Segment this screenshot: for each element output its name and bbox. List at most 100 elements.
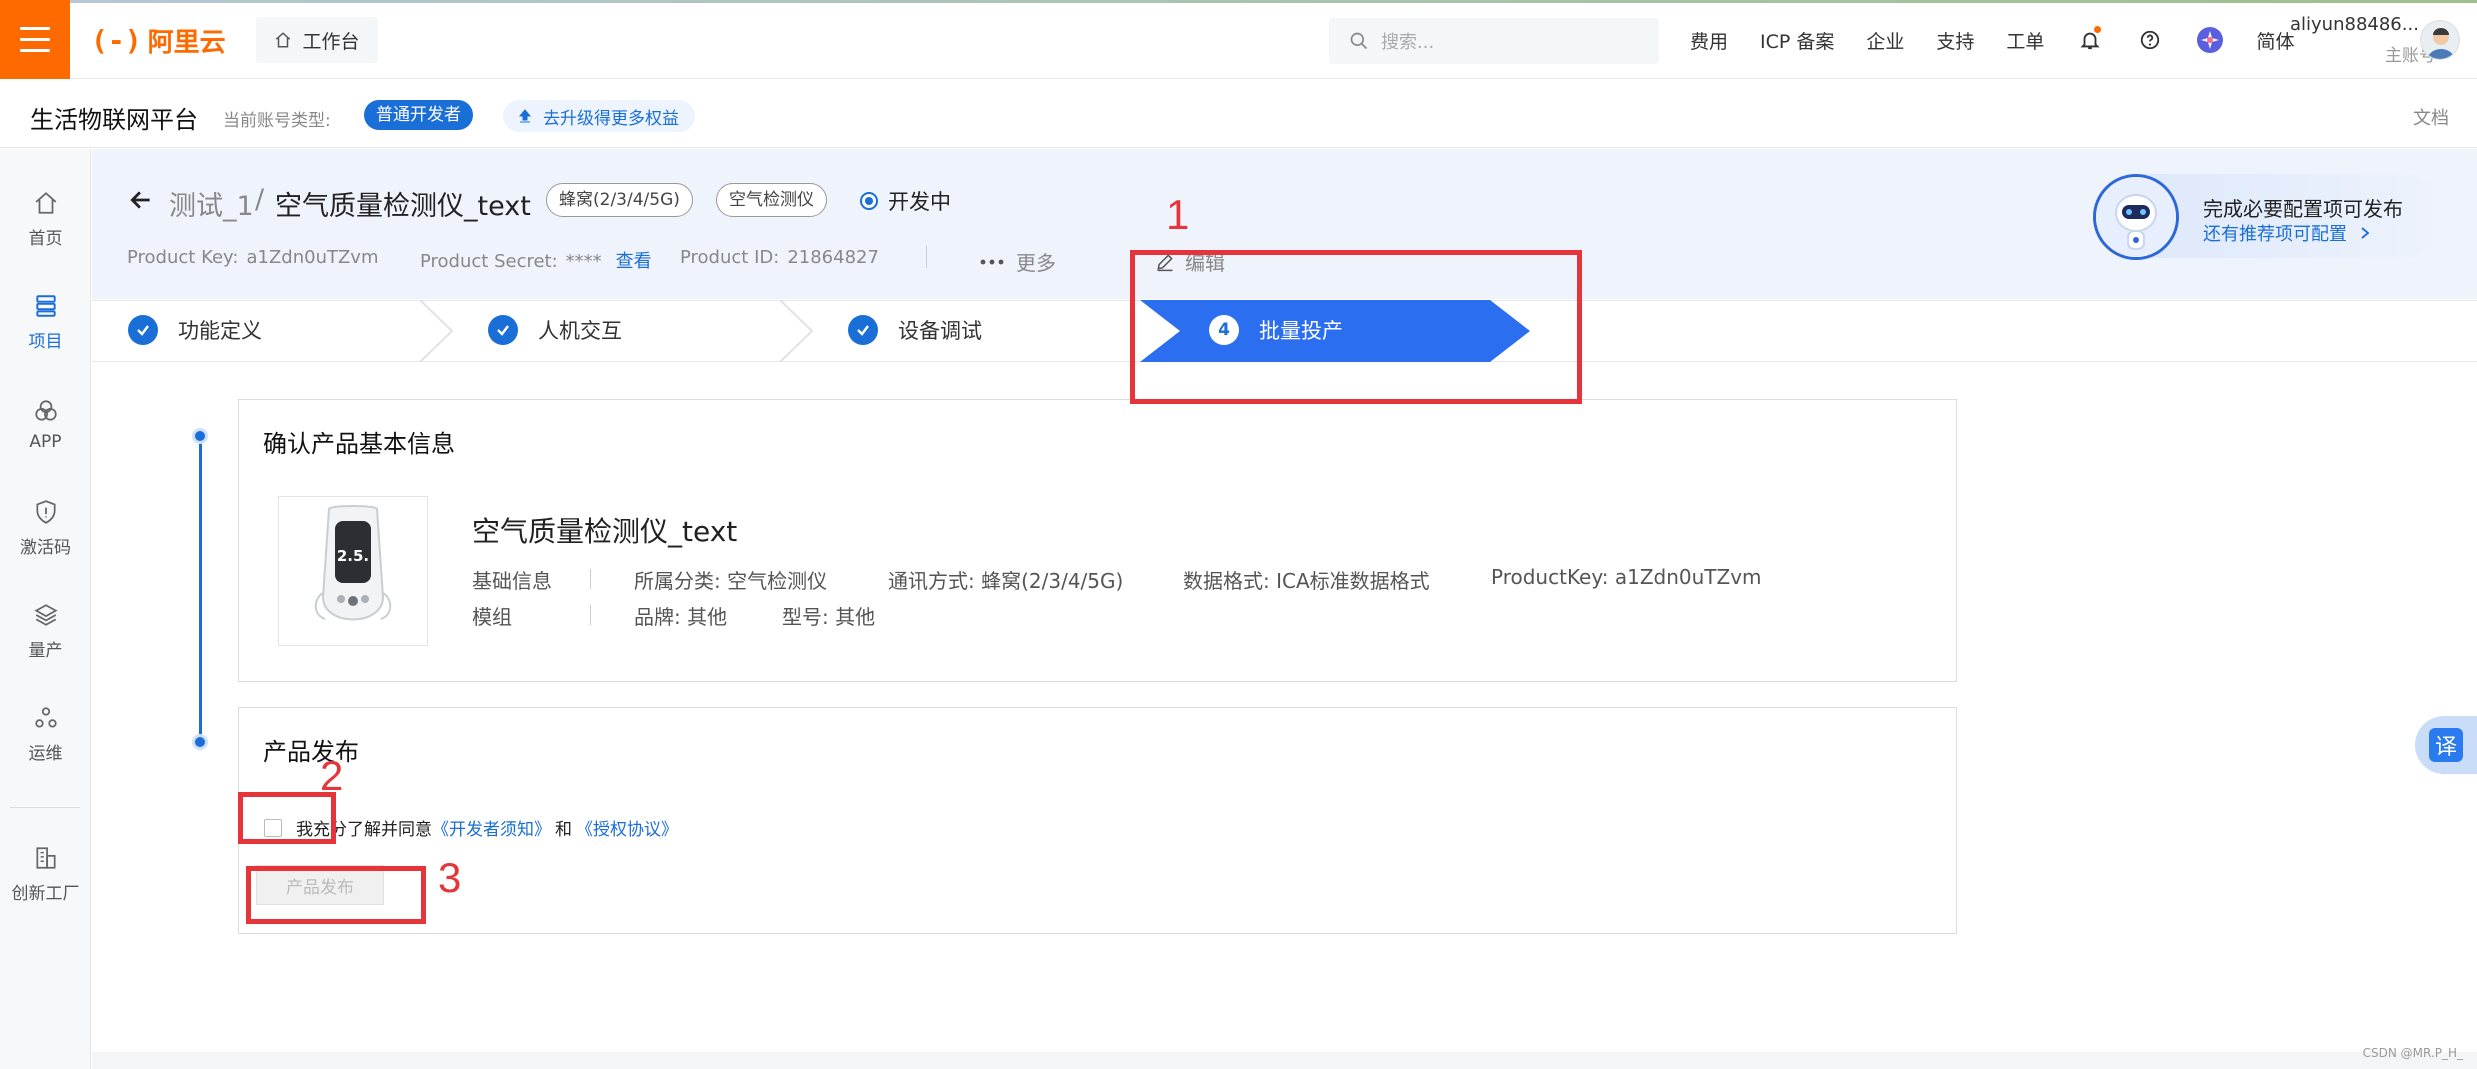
annotation-box-1 <box>1130 250 1582 404</box>
layers-icon <box>33 603 58 626</box>
more-label: 更多 <box>1016 251 1056 275</box>
agreement-text: 我充分了解并同意《开发者须知》和《授权协议》 <box>296 815 678 840</box>
breadcrumb-separator: / <box>255 184 265 215</box>
docs-link[interactable]: 文档 <box>2413 104 2449 130</box>
tag-network: 蜂窝(2/3/4/5G) <box>546 183 693 217</box>
search-icon <box>1350 32 1368 50</box>
category-value: 空气检测仪 <box>727 569 828 593</box>
sidebar-item-label: 项目 <box>28 331 63 352</box>
sidebar-item-operations[interactable]: 运维 <box>0 694 91 774</box>
upgrade-button[interactable]: 去升级得更多权益 <box>503 100 695 132</box>
step-label: 设备调试 <box>898 319 982 343</box>
search-placeholder: 搜索... <box>1381 32 1435 53</box>
search-input[interactable]: 搜索... <box>1329 18 1659 64</box>
product-secret-meta: Product Secret: **** 查看 <box>420 247 652 273</box>
brand-label: 品牌: <box>634 605 681 629</box>
step-human-interaction[interactable]: 人机交互 <box>488 315 622 345</box>
home-icon <box>35 191 56 214</box>
back-arrow-icon[interactable] <box>128 186 154 221</box>
nav-support[interactable]: 支持 <box>1936 27 1974 54</box>
help-icon[interactable] <box>2136 26 2164 54</box>
translate-icon: 译 <box>2429 728 2463 762</box>
nav-fees[interactable]: 费用 <box>1690 27 1728 54</box>
upgrade-label: 去升级得更多权益 <box>543 108 679 129</box>
brand-field: 品牌: 其他 <box>634 601 727 630</box>
nav-ticket[interactable]: 工单 <box>2006 27 2044 54</box>
developer-notice-link[interactable]: 《开发者须知》 <box>432 820 551 840</box>
timeline-line <box>199 436 202 742</box>
format-field: 数据格式: ICA标准数据格式 <box>1183 565 1430 594</box>
sidebar-item-innovation-factory[interactable]: 创新工厂 <box>0 834 91 914</box>
step-label: 人机交互 <box>538 319 622 343</box>
top-navbar: (-) 阿里云 工作台 搜索... 费用 ICP 备案 企业 支持 工单 简体 … <box>0 0 2477 79</box>
aliyun-logo[interactable]: (-) 阿里云 <box>91 20 226 60</box>
publish-card-title: 产品发布 <box>263 738 359 766</box>
watermark: CSDN @MR.P_H_ <box>2362 1046 2463 1060</box>
product-name: 空气质量检测仪_text <box>472 515 738 548</box>
check-circle-icon <box>128 315 158 345</box>
view-secret-link[interactable]: 查看 <box>616 251 652 272</box>
account-type-label: 当前账号类型: <box>223 111 331 131</box>
left-sidebar: 首页 项目 APP 激活码 量产 运维 创新工厂 <box>0 149 91 1069</box>
sidebar-item-label: 量产 <box>28 640 63 661</box>
more-button[interactable]: 更多 <box>980 247 1056 276</box>
status-dot-icon <box>860 192 878 210</box>
step-separator <box>419 300 454 362</box>
product-image: 2.5. <box>278 496 428 646</box>
meta-divider <box>926 246 927 268</box>
check-circle-icon <box>848 315 878 345</box>
tag-category: 空气检测仪 <box>716 183 827 217</box>
translate-button[interactable]: 译 <box>2415 716 2477 774</box>
product-key-meta: Product Key: a1Zdn0uTZvm <box>127 247 379 268</box>
category-label: 所属分类: <box>634 569 721 593</box>
sidebar-item-label: 首页 <box>28 228 63 249</box>
sidebar-item-home[interactable]: 首页 <box>0 179 91 259</box>
info-divider <box>590 605 591 625</box>
workbench-label: 工作台 <box>302 30 360 53</box>
product-key-value: a1Zdn0uTZvm <box>246 247 379 268</box>
list-icon <box>35 294 56 317</box>
nav-enterprise[interactable]: 企业 <box>1866 27 1904 54</box>
comm-field: 通讯方式: 蜂窝(2/3/4/5G) <box>888 565 1123 594</box>
sidebar-item-activation-code[interactable]: 激活码 <box>0 488 91 568</box>
platform-name[interactable]: 生活物联网平台 <box>30 100 198 135</box>
bottom-strip <box>92 1052 2477 1069</box>
sidebar-divider <box>10 807 80 808</box>
category-field: 所属分类: 空气检测仪 <box>634 565 827 594</box>
basic-info-label: 基础信息 <box>472 569 552 593</box>
sidebar-item-mass-production[interactable]: 量产 <box>0 591 91 671</box>
publish-tip-link[interactable]: 还有推荐项可配置 <box>2203 220 2371 246</box>
comm-label: 通讯方式: <box>888 569 975 593</box>
model-label: 型号: <box>782 605 829 629</box>
sidebar-item-label: 运维 <box>28 743 63 764</box>
ai-assistant-icon[interactable] <box>2196 26 2224 54</box>
account-type-badge: 普通开发者 <box>364 100 473 130</box>
step-function-definition[interactable]: 功能定义 <box>128 315 262 345</box>
sidebar-item-app[interactable]: APP <box>0 385 91 465</box>
confirm-card-title: 确认产品基本信息 <box>263 430 455 458</box>
language-switch[interactable]: 简体 <box>2256 27 2294 54</box>
nav-icp[interactable]: ICP 备案 <box>1760 27 1834 54</box>
chevron-right-icon <box>2361 227 2370 239</box>
timeline-dot <box>192 428 208 444</box>
timeline-dot <box>192 734 208 750</box>
bell-icon[interactable] <box>2076 26 2104 54</box>
account-role: 主账号 <box>2385 46 2436 66</box>
breadcrumb-project[interactable]: 测试_1 <box>169 184 254 223</box>
annotation-number-1: 1 <box>1166 191 1190 238</box>
page-title: 空气质量检测仪_text <box>275 191 531 222</box>
product-secret-value: **** <box>565 251 602 272</box>
publish-tip-title: 完成必要配置项可发布 <box>2203 197 2403 221</box>
sidebar-item-label: APP <box>29 432 62 452</box>
format-label: 数据格式: <box>1183 569 1270 593</box>
sidebar-item-project[interactable]: 项目 <box>0 282 91 362</box>
product-id-label: Product ID: <box>680 247 780 268</box>
step-device-debug[interactable]: 设备调试 <box>848 315 982 345</box>
hamburger-menu-icon[interactable] <box>0 0 70 79</box>
workbench-button[interactable]: 工作台 <box>256 17 378 63</box>
model-field: 型号: 其他 <box>782 601 875 630</box>
product-id-meta: Product ID: 21864827 <box>680 247 879 268</box>
product-id-value: 21864827 <box>787 247 879 268</box>
license-agreement-link[interactable]: 《授权协议》 <box>576 820 678 840</box>
avatar[interactable] <box>2420 20 2460 60</box>
